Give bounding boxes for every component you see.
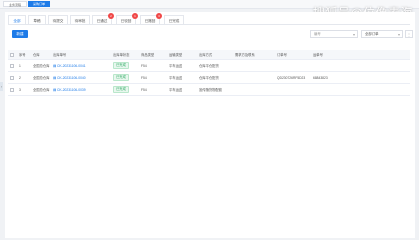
cell-order-no[interactable]: ▤ CK-20231106-0041 — [51, 59, 111, 72]
header-outbound-method: 出库方式 — [197, 50, 233, 60]
order-link[interactable]: CK-20231106-0041 — [57, 64, 86, 68]
cell-order-number — [275, 83, 311, 96]
top-tab-purchase-order[interactable]: 采购订单 — [28, 1, 50, 7]
cell-goods-type: F54 — [139, 59, 167, 72]
select-value: 全部订单 — [365, 32, 379, 36]
outbound-table: 序号 仓库 出库单号 出库单状态 商品类型 运输类型 出库方式 需求方及联系 订… — [8, 50, 410, 96]
cell-demander — [233, 59, 275, 72]
more-filter-icon[interactable]: ⋮ — [405, 30, 413, 38]
status-badge: 已完成 — [113, 86, 129, 93]
header-ops — [361, 50, 410, 60]
header-goods-type: 商品类型 — [139, 50, 167, 60]
count-badge: 2 — [108, 13, 114, 19]
header-select[interactable] — [8, 50, 17, 60]
cell-transport: 平车运送 — [167, 59, 197, 72]
order-link[interactable]: CK-20231106-0039 — [57, 88, 86, 92]
header-order-no: 出库单号 — [51, 50, 111, 60]
order-link[interactable]: CK-20231106-0040 — [57, 76, 86, 80]
chevron-down-icon: ▾ — [352, 32, 355, 37]
cell-order-number: QD230726RF5D23 — [275, 71, 311, 84]
order-type-select[interactable]: 全部订单 ▾ — [361, 30, 403, 38]
top-tab-workflow[interactable]: 业务流程 — [3, 1, 27, 7]
search-placeholder: 编号 — [314, 32, 321, 36]
cell-waybill — [311, 59, 361, 72]
table-header: 序号 仓库 出库单号 出库单状态 商品类型 运输类型 出库方式 需求方及联系 订… — [8, 50, 410, 60]
cell-outbound-method: 仓库平仓配货 — [197, 71, 233, 84]
checkbox[interactable] — [10, 52, 14, 57]
table-row[interactable]: 2 全国总仓库 ▤ CK-20231106-0040 已完成 F54 平车运送 … — [8, 71, 410, 84]
tabs-divider — [8, 24, 410, 25]
status-badge: 已完成 — [113, 74, 129, 81]
checkbox[interactable] — [10, 63, 14, 68]
cell-status: 已完成 — [111, 71, 139, 84]
checkbox[interactable] — [10, 75, 14, 80]
table-row[interactable]: 1 全国总仓库 ▤ CK-20231106-0041 已完成 F54 平车运送 … — [8, 59, 410, 72]
chevron-down-icon: ▾ — [397, 32, 400, 37]
cell-goods-type: F54 — [139, 71, 167, 84]
cell-goods-type: F54 — [139, 83, 167, 96]
header-demander: 需求方及联系 — [233, 50, 275, 60]
cell-order-number — [275, 59, 311, 72]
cell-demander — [233, 71, 275, 84]
cell-demander — [233, 83, 275, 96]
cell-outbound-method: 仓库平仓配货 — [197, 59, 233, 72]
checkbox[interactable] — [10, 87, 14, 92]
header-waybill: 运单号 — [311, 50, 361, 60]
cell-waybill — [311, 83, 361, 96]
cell-index: 3 — [17, 83, 31, 96]
table-row[interactable]: 3 全国总仓库 ▤ CK-20231106-0039 已完成 F54 平车运送 … — [8, 83, 410, 96]
cell-waybill: 68843823 — [311, 71, 361, 84]
cell-transport: 平车运送 — [167, 83, 197, 96]
cell-index: 2 — [17, 71, 31, 84]
cell-status: 已完成 — [111, 83, 139, 96]
collapse-sidebar-icon[interactable]: › — [0, 82, 3, 91]
header-order-number: 订单号 — [275, 50, 311, 60]
status-badge: 已完成 — [113, 62, 129, 69]
search-input[interactable]: 编号 ▾ — [310, 30, 358, 38]
header-status: 出库单状态 — [111, 50, 139, 60]
cell-order-no[interactable]: ▤ CK-20231106-0040 — [51, 71, 111, 84]
cell-warehouse: 全国总仓库 — [31, 83, 51, 96]
header-index: 序号 — [17, 50, 31, 60]
header-transport: 运输类型 — [167, 50, 197, 60]
new-button[interactable]: 新建 — [12, 30, 28, 38]
cell-status: 已完成 — [111, 59, 139, 72]
cell-transport: 平车运送 — [167, 71, 197, 84]
cell-outbound-method: 宣传随货物配套 — [197, 83, 233, 96]
cell-order-no[interactable]: ▤ CK-20231106-0039 — [51, 83, 111, 96]
count-badge: 1 — [132, 13, 138, 19]
cell-warehouse: 全国总仓库 — [31, 59, 51, 72]
cell-warehouse: 全国总仓库 — [31, 71, 51, 84]
header-warehouse: 仓库 — [31, 50, 51, 60]
cell-index: 1 — [17, 59, 31, 72]
count-badge: 3 — [156, 13, 162, 19]
main-panel — [5, 12, 415, 238]
